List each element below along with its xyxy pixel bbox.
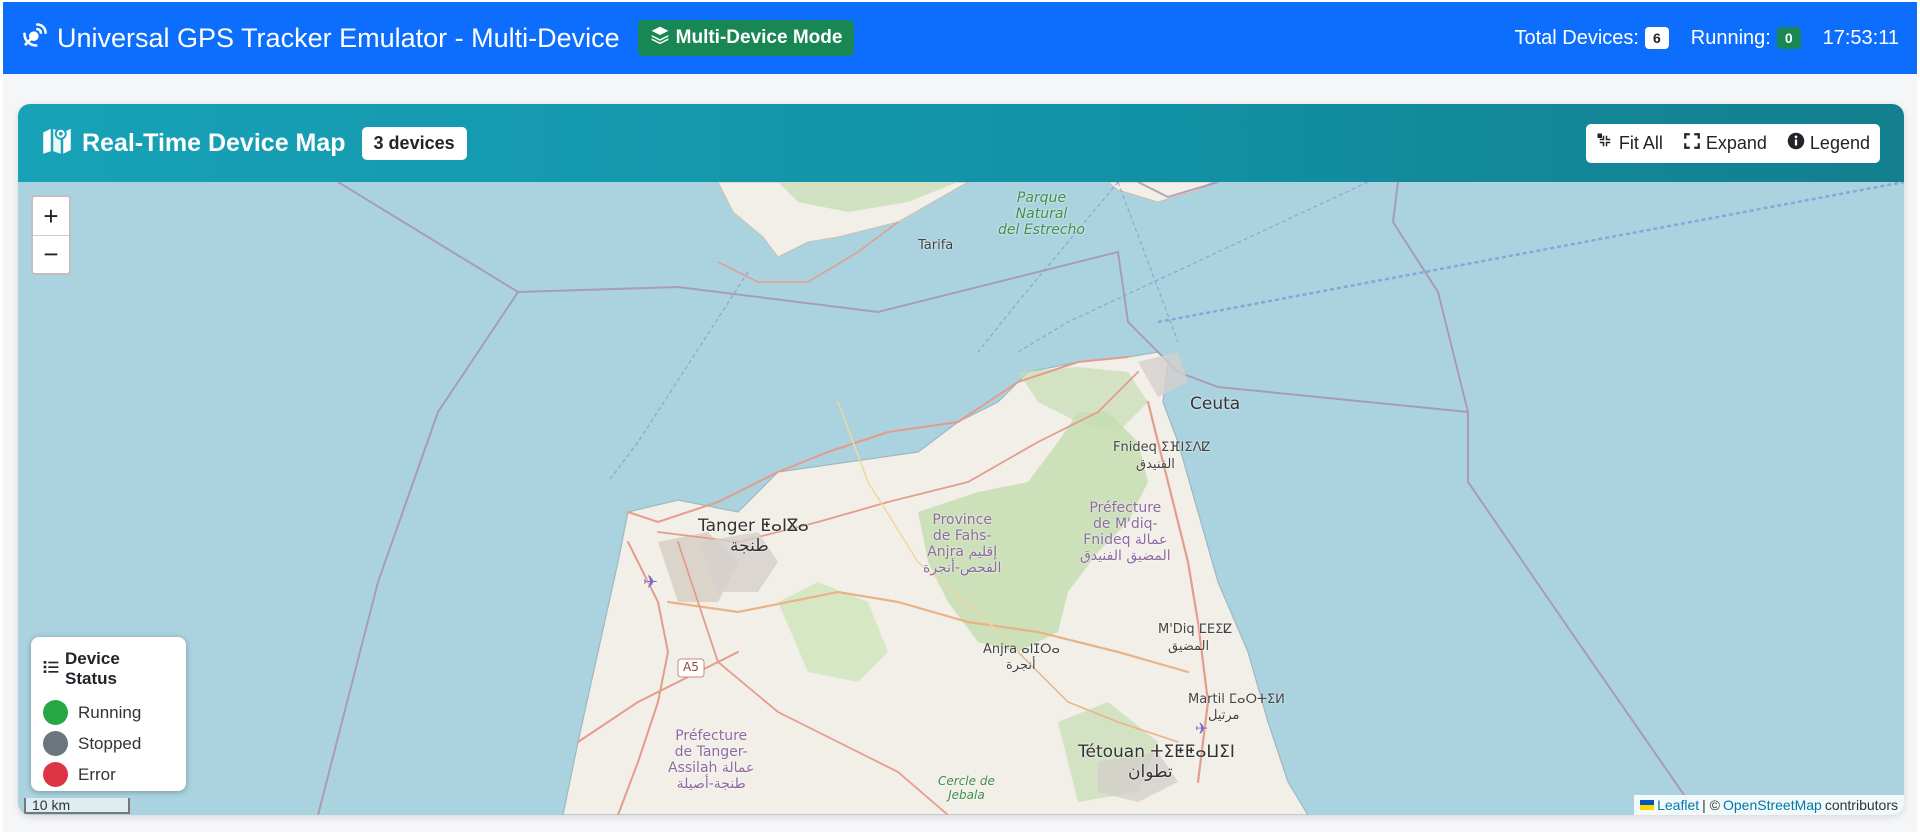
running-count: 0 bbox=[1776, 27, 1801, 49]
total-devices-label: Total Devices: bbox=[1514, 26, 1639, 49]
app-title: Universal GPS Tracker Emulator - Multi-D… bbox=[57, 22, 620, 53]
place-martil-ar: مرتيل bbox=[1208, 708, 1240, 723]
expand-label: Expand bbox=[1705, 132, 1767, 153]
zoom-out-button[interactable]: − bbox=[33, 235, 69, 273]
multi-device-mode-badge: Multi-Device Mode bbox=[637, 20, 855, 56]
layers-icon bbox=[650, 25, 670, 51]
place-jebala: Cercle de Jebala bbox=[938, 774, 995, 802]
place-tanger-prefecture: Préfecture de Tanger- Assilah عمالة طنجة… bbox=[668, 728, 755, 792]
running-devices-stat: Running: 0 bbox=[1691, 27, 1801, 50]
compress-icon bbox=[1596, 132, 1614, 155]
place-tanger-ar: طنجة bbox=[730, 536, 769, 556]
map-card-header: Real-Time Device Map 3 devices Fit All E… bbox=[18, 104, 1904, 182]
total-devices-stat: Total Devices: 6 bbox=[1514, 26, 1669, 50]
place-mdiq: M'Diq ⵎⴹⵉⵇ bbox=[1158, 622, 1233, 637]
status-dot-stopped bbox=[43, 731, 68, 756]
expand-button[interactable]: Expand bbox=[1673, 124, 1777, 163]
total-devices-count: 6 bbox=[1644, 27, 1669, 49]
map-title: Real-Time Device Map bbox=[82, 128, 346, 157]
road-shield-a5: A5 bbox=[683, 660, 699, 674]
navbar-stats: Total Devices: 6 Running: 0 17:53:11 bbox=[1514, 27, 1899, 50]
running-label: Running: bbox=[1690, 26, 1771, 49]
info-circle-icon bbox=[1787, 132, 1805, 155]
fit-all-button[interactable]: Fit All bbox=[1586, 124, 1673, 163]
place-martil: Martil ⵎⴰⵔⵜⵉⵍ bbox=[1188, 692, 1285, 707]
place-tetouan-ar: تطوان bbox=[1128, 762, 1173, 782]
place-tarifa: Tarifa bbox=[918, 238, 954, 253]
legend-item-running: Running bbox=[43, 697, 174, 728]
place-anjra: Anjra ⴰⵏⵊⵔⴰ bbox=[983, 642, 1060, 657]
airport-icon: ✈ bbox=[643, 572, 659, 593]
device-status-legend: Device Status Running Stopped Error bbox=[31, 637, 186, 791]
mode-badge-label: Multi-Device Mode bbox=[675, 27, 843, 48]
legend-button[interactable]: Legend bbox=[1777, 124, 1880, 163]
legend-label: Legend bbox=[1809, 132, 1870, 153]
place-ceuta: Ceuta bbox=[1190, 394, 1241, 414]
device-map[interactable]: Tarifa Parque Natural del Estrecho Ceuta… bbox=[18, 182, 1904, 815]
place-fahs-anjra: Province de Fahs- Anjra إقليم الفحص-أنجر… bbox=[923, 512, 1002, 576]
place-tetouan: Tétouan ⵜⵉⵟⵟⴰⵡⵉⵏ bbox=[1078, 742, 1235, 762]
legend-label-stopped: Stopped bbox=[78, 733, 142, 753]
legend-label-error: Error bbox=[78, 764, 116, 784]
expand-icon bbox=[1683, 132, 1701, 155]
legend-title-text: Device Status bbox=[65, 649, 120, 688]
map-attribution: Leaflet | © OpenStreetMap contributors bbox=[1634, 795, 1904, 815]
legend-title: Device Status bbox=[43, 649, 174, 689]
map-scale: 10 km bbox=[24, 798, 130, 814]
app-brand[interactable]: Universal GPS Tracker Emulator - Multi-D… bbox=[21, 21, 620, 56]
legend-label-running: Running bbox=[78, 702, 142, 722]
clock: 17:53:11 bbox=[1822, 26, 1899, 49]
status-dot-running bbox=[43, 700, 68, 725]
place-anjra-ar: أنجرة bbox=[1006, 658, 1036, 673]
attribution-separator: | © bbox=[1702, 797, 1720, 813]
ukraine-flag-icon bbox=[1640, 800, 1655, 810]
attribution-suffix: contributors bbox=[1824, 797, 1898, 813]
place-fnideq: Fnideq ⵉⴼⵏⵉⴷⵇ bbox=[1113, 440, 1211, 455]
map-button-group: Fit All Expand Legend bbox=[1585, 123, 1880, 163]
place-fnideq-ar: الفنيدق bbox=[1136, 457, 1175, 472]
list-icon bbox=[43, 659, 59, 680]
airport-icon: ✈ bbox=[1195, 719, 1209, 738]
legend-item-stopped: Stopped bbox=[43, 728, 174, 759]
zoom-control: + − bbox=[31, 195, 71, 275]
place-tanger: Tanger ⵟⴰⵏⴵⴰ bbox=[698, 516, 809, 536]
zoom-in-button[interactable]: + bbox=[33, 197, 69, 235]
place-mdiq-ar: المضيق bbox=[1168, 639, 1210, 654]
map-marked-icon bbox=[42, 125, 72, 162]
legend-item-error: Error bbox=[43, 759, 174, 790]
satellite-dish-icon bbox=[21, 21, 49, 56]
map-card-title: Real-Time Device Map bbox=[42, 125, 346, 162]
top-navbar: Universal GPS Tracker Emulator - Multi-D… bbox=[3, 2, 1917, 74]
map-tiles bbox=[317, 182, 1904, 815]
map-card: Real-Time Device Map 3 devices Fit All E… bbox=[18, 104, 1904, 815]
place-parque: Parque Natural del Estrecho bbox=[998, 190, 1085, 238]
devices-count-badge: 3 devices bbox=[361, 126, 467, 160]
place-mdiq-prefecture: Préfecture de M'diq- Fnideq عمالة المضيق… bbox=[1080, 500, 1171, 564]
fit-all-label: Fit All bbox=[1618, 132, 1663, 153]
status-dot-error bbox=[43, 762, 68, 787]
osm-link[interactable]: OpenStreetMap bbox=[1723, 797, 1822, 813]
main-content: Real-Time Device Map 3 devices Fit All E… bbox=[3, 74, 1917, 832]
leaflet-link[interactable]: Leaflet bbox=[1657, 797, 1699, 813]
